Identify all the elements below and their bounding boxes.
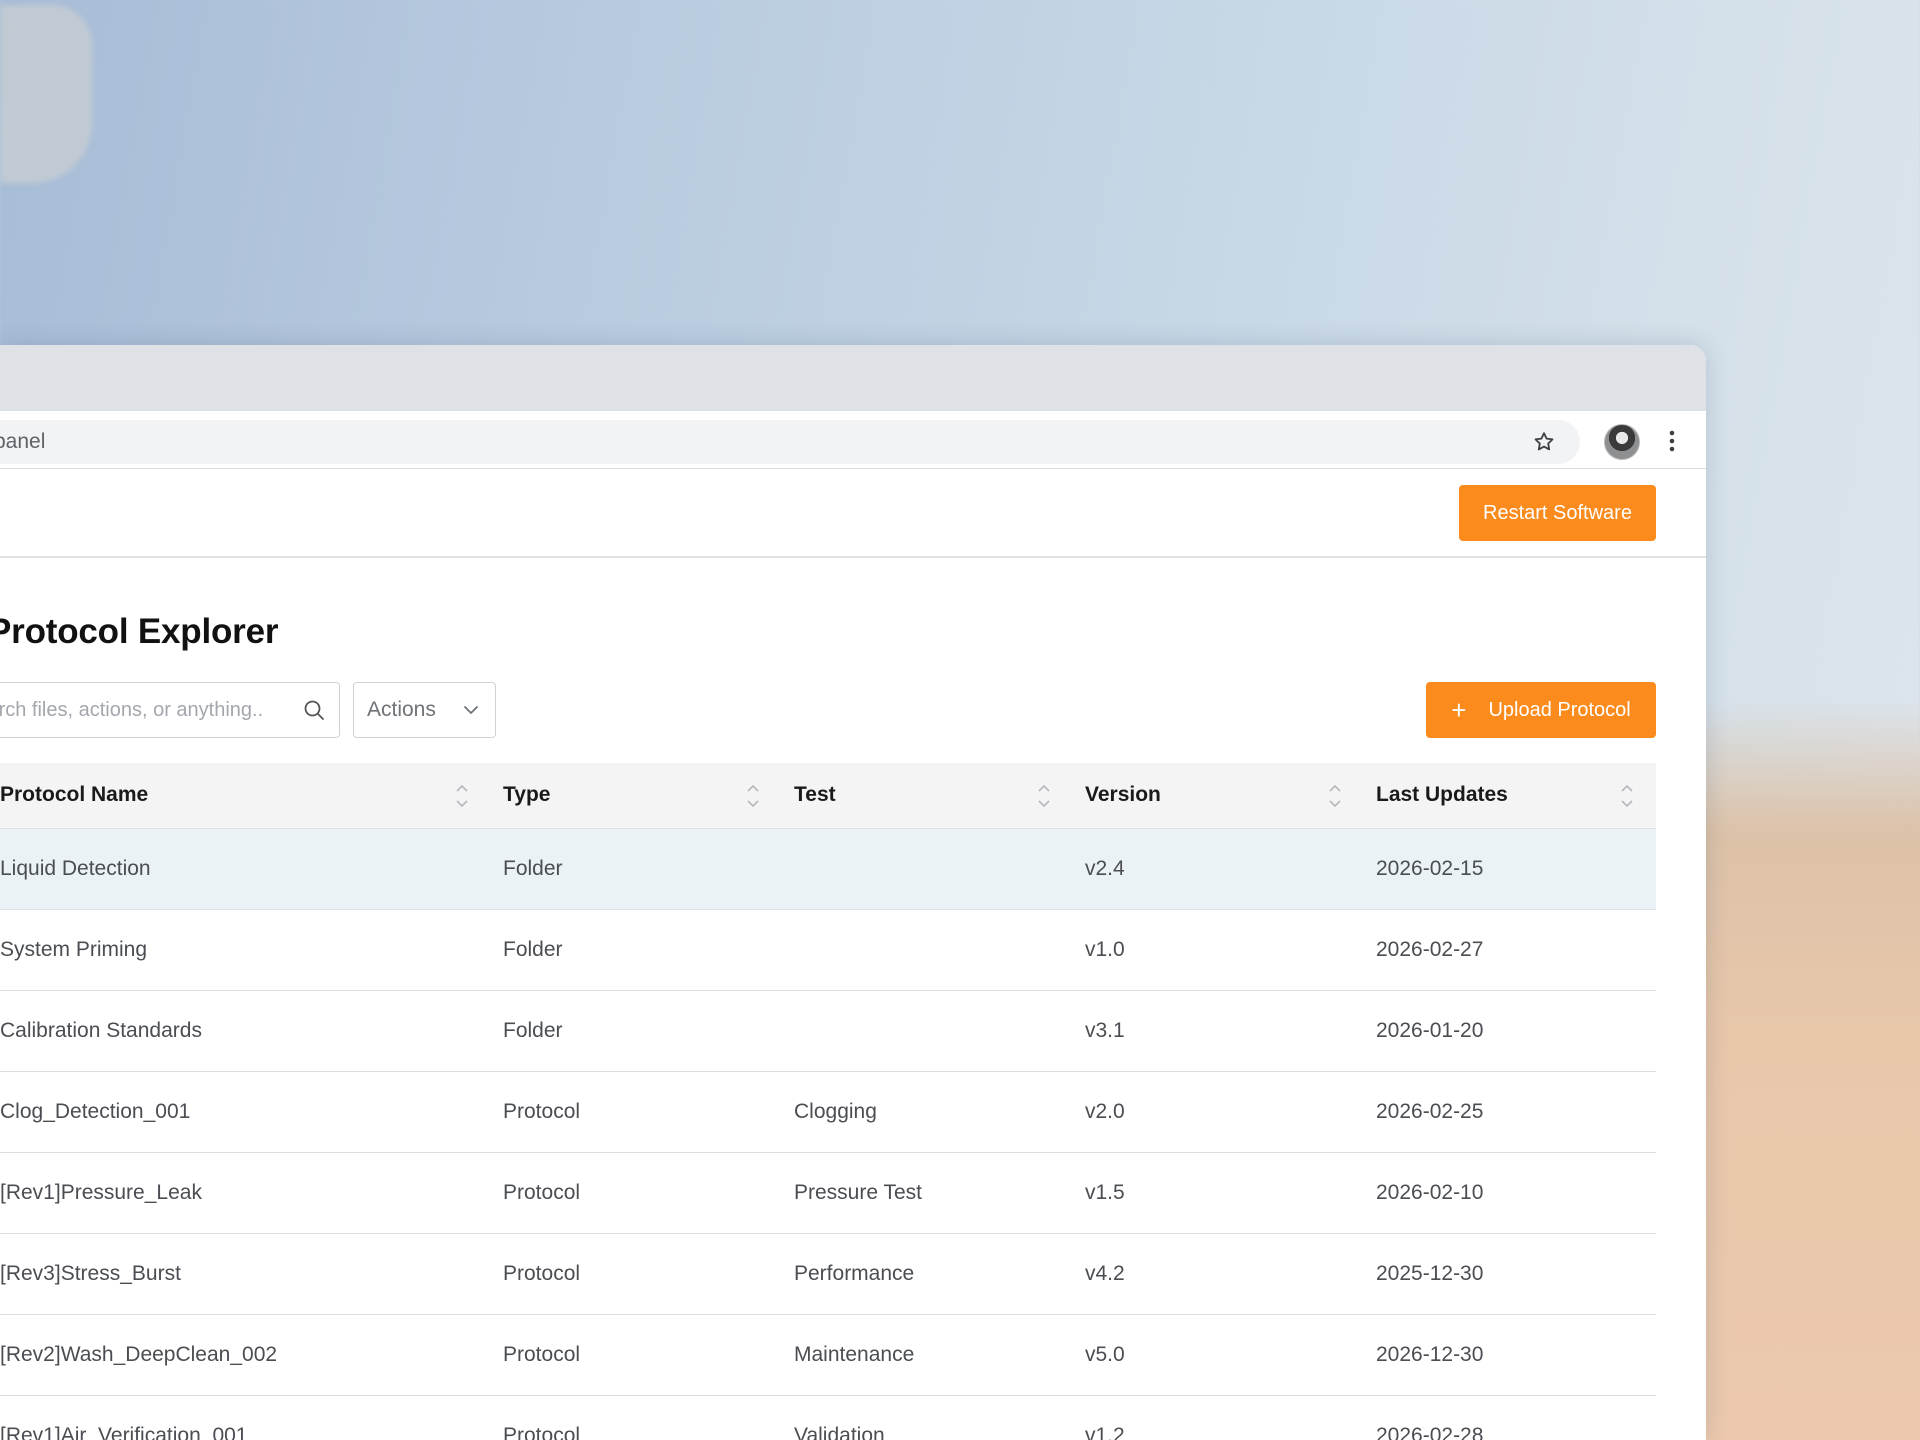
column-header-version[interactable]: Version [1073,763,1364,828]
table-row[interactable]: Clog_Detection_001 Protocol Clogging v2.… [0,1071,1656,1152]
cell-last-updates: 2026-02-28 [1376,1423,1484,1440]
actions-dropdown[interactable]: Actions [353,682,496,738]
cell-protocol-name: [Rev2]Wash_DeepClean_002 [0,1342,278,1366]
search-icon[interactable] [303,699,325,721]
table-row[interactable]: System Priming Folder v1.0 2026-02-27 [0,909,1656,990]
address-bar[interactable]: panel [0,420,1580,464]
sort-icon[interactable] [746,783,760,809]
cell-test: Clogging [794,1099,877,1123]
cell-test: Performance [794,1261,915,1285]
cell-last-updates: 2026-02-15 [1376,856,1484,880]
cell-type: Folder [503,937,563,961]
cell-test: Validation [794,1423,885,1440]
cell-last-updates: 2026-12-30 [1376,1342,1484,1366]
cell-protocol-name: Liquid Detection [0,856,151,880]
cell-type: Protocol [503,1342,581,1366]
cell-protocol-name: [Rev1]Air_Verification_001 [0,1423,248,1440]
sort-icon[interactable] [1328,783,1342,809]
cell-type: Protocol [503,1180,581,1204]
upload-protocol-label: Upload Protocol [1488,698,1631,721]
cell-type: Protocol [503,1423,581,1440]
cell-protocol-name: Clog_Detection_001 [0,1099,191,1123]
cell-test [782,990,1073,1071]
cell-type: Folder [503,856,563,880]
search-box[interactable] [0,682,340,738]
cell-version: v2.4 [1085,856,1125,880]
cell-last-updates: 2026-02-27 [1376,937,1484,961]
column-header-test[interactable]: Test [782,763,1073,828]
cell-protocol-name: Calibration Standards [0,1018,202,1042]
upload-protocol-button[interactable]: + Upload Protocol [1426,682,1656,738]
background-blur-shape [0,5,92,183]
cell-last-updates: 2026-02-25 [1376,1099,1484,1123]
tab-strip [0,345,1706,411]
cell-last-updates: 2026-01-20 [1376,1018,1484,1042]
profile-avatar[interactable] [1604,424,1640,460]
cell-version: v4.2 [1085,1261,1125,1285]
toolbar-controls: Actions + Upload Protocol [0,682,1656,738]
column-header-last-updates[interactable]: Last Updates [1364,763,1656,828]
cell-last-updates: 2026-02-10 [1376,1180,1484,1204]
sort-icon[interactable] [1037,783,1051,809]
cell-type: Folder [503,1018,563,1042]
cell-version: v5.0 [1085,1342,1125,1366]
cell-protocol-name: System Priming [0,937,148,961]
plus-icon: + [1451,694,1467,725]
table-row[interactable]: [Rev3]Stress_Burst Protocol Performance … [0,1233,1656,1314]
table-row[interactable]: Liquid Detection Folder v2.4 2026-02-15 [0,828,1656,909]
sort-icon[interactable] [1620,783,1634,809]
column-header-type[interactable]: Type [491,763,782,828]
cell-last-updates: 2025-12-30 [1376,1261,1484,1285]
cell-version: v1.0 [1085,937,1125,961]
restart-software-button[interactable]: Restart Software [1459,485,1656,541]
cell-version: v1.2 [1085,1423,1125,1440]
column-header-protocol-name[interactable]: Protocol Name [0,763,491,828]
more-menu-icon[interactable] [1662,429,1682,453]
chevron-down-icon [464,706,478,714]
table-row[interactable]: [Rev1]Pressure_Leak Protocol Pressure Te… [0,1152,1656,1233]
sort-icon[interactable] [455,783,469,809]
address-text: panel [0,430,46,453]
cell-test [782,828,1073,909]
cell-protocol-name: [Rev3]Stress_Burst [0,1261,181,1285]
table-row[interactable]: [Rev2]Wash_DeepClean_002 Protocol Mainte… [0,1314,1656,1395]
cell-type: Protocol [503,1099,581,1123]
cell-version: v3.1 [1085,1018,1125,1042]
search-input[interactable] [0,683,263,737]
bookmark-star-icon[interactable] [1532,430,1556,454]
protocol-table: Protocol Name Type Test Version Last Upd… [0,763,1656,1440]
cell-type: Protocol [503,1261,581,1285]
table-row[interactable]: Calibration Standards Folder v3.1 2026-0… [0,990,1656,1071]
table-row[interactable]: [Rev1]Air_Verification_001 Protocol Vali… [0,1395,1656,1440]
app-header: Restart Software [0,469,1706,558]
page-title: Protocol Explorer [0,612,279,651]
cell-protocol-name: [Rev1]Pressure_Leak [0,1180,202,1204]
cell-test [782,909,1073,990]
cell-test: Maintenance [794,1342,915,1366]
cell-test: Pressure Test [794,1180,922,1204]
browser-toolbar: panel [0,411,1706,469]
table-header-row: Protocol Name Type Test Version Last Upd… [0,763,1656,828]
cell-version: v1.5 [1085,1180,1125,1204]
actions-label: Actions [367,698,436,721]
cell-version: v2.0 [1085,1099,1125,1123]
